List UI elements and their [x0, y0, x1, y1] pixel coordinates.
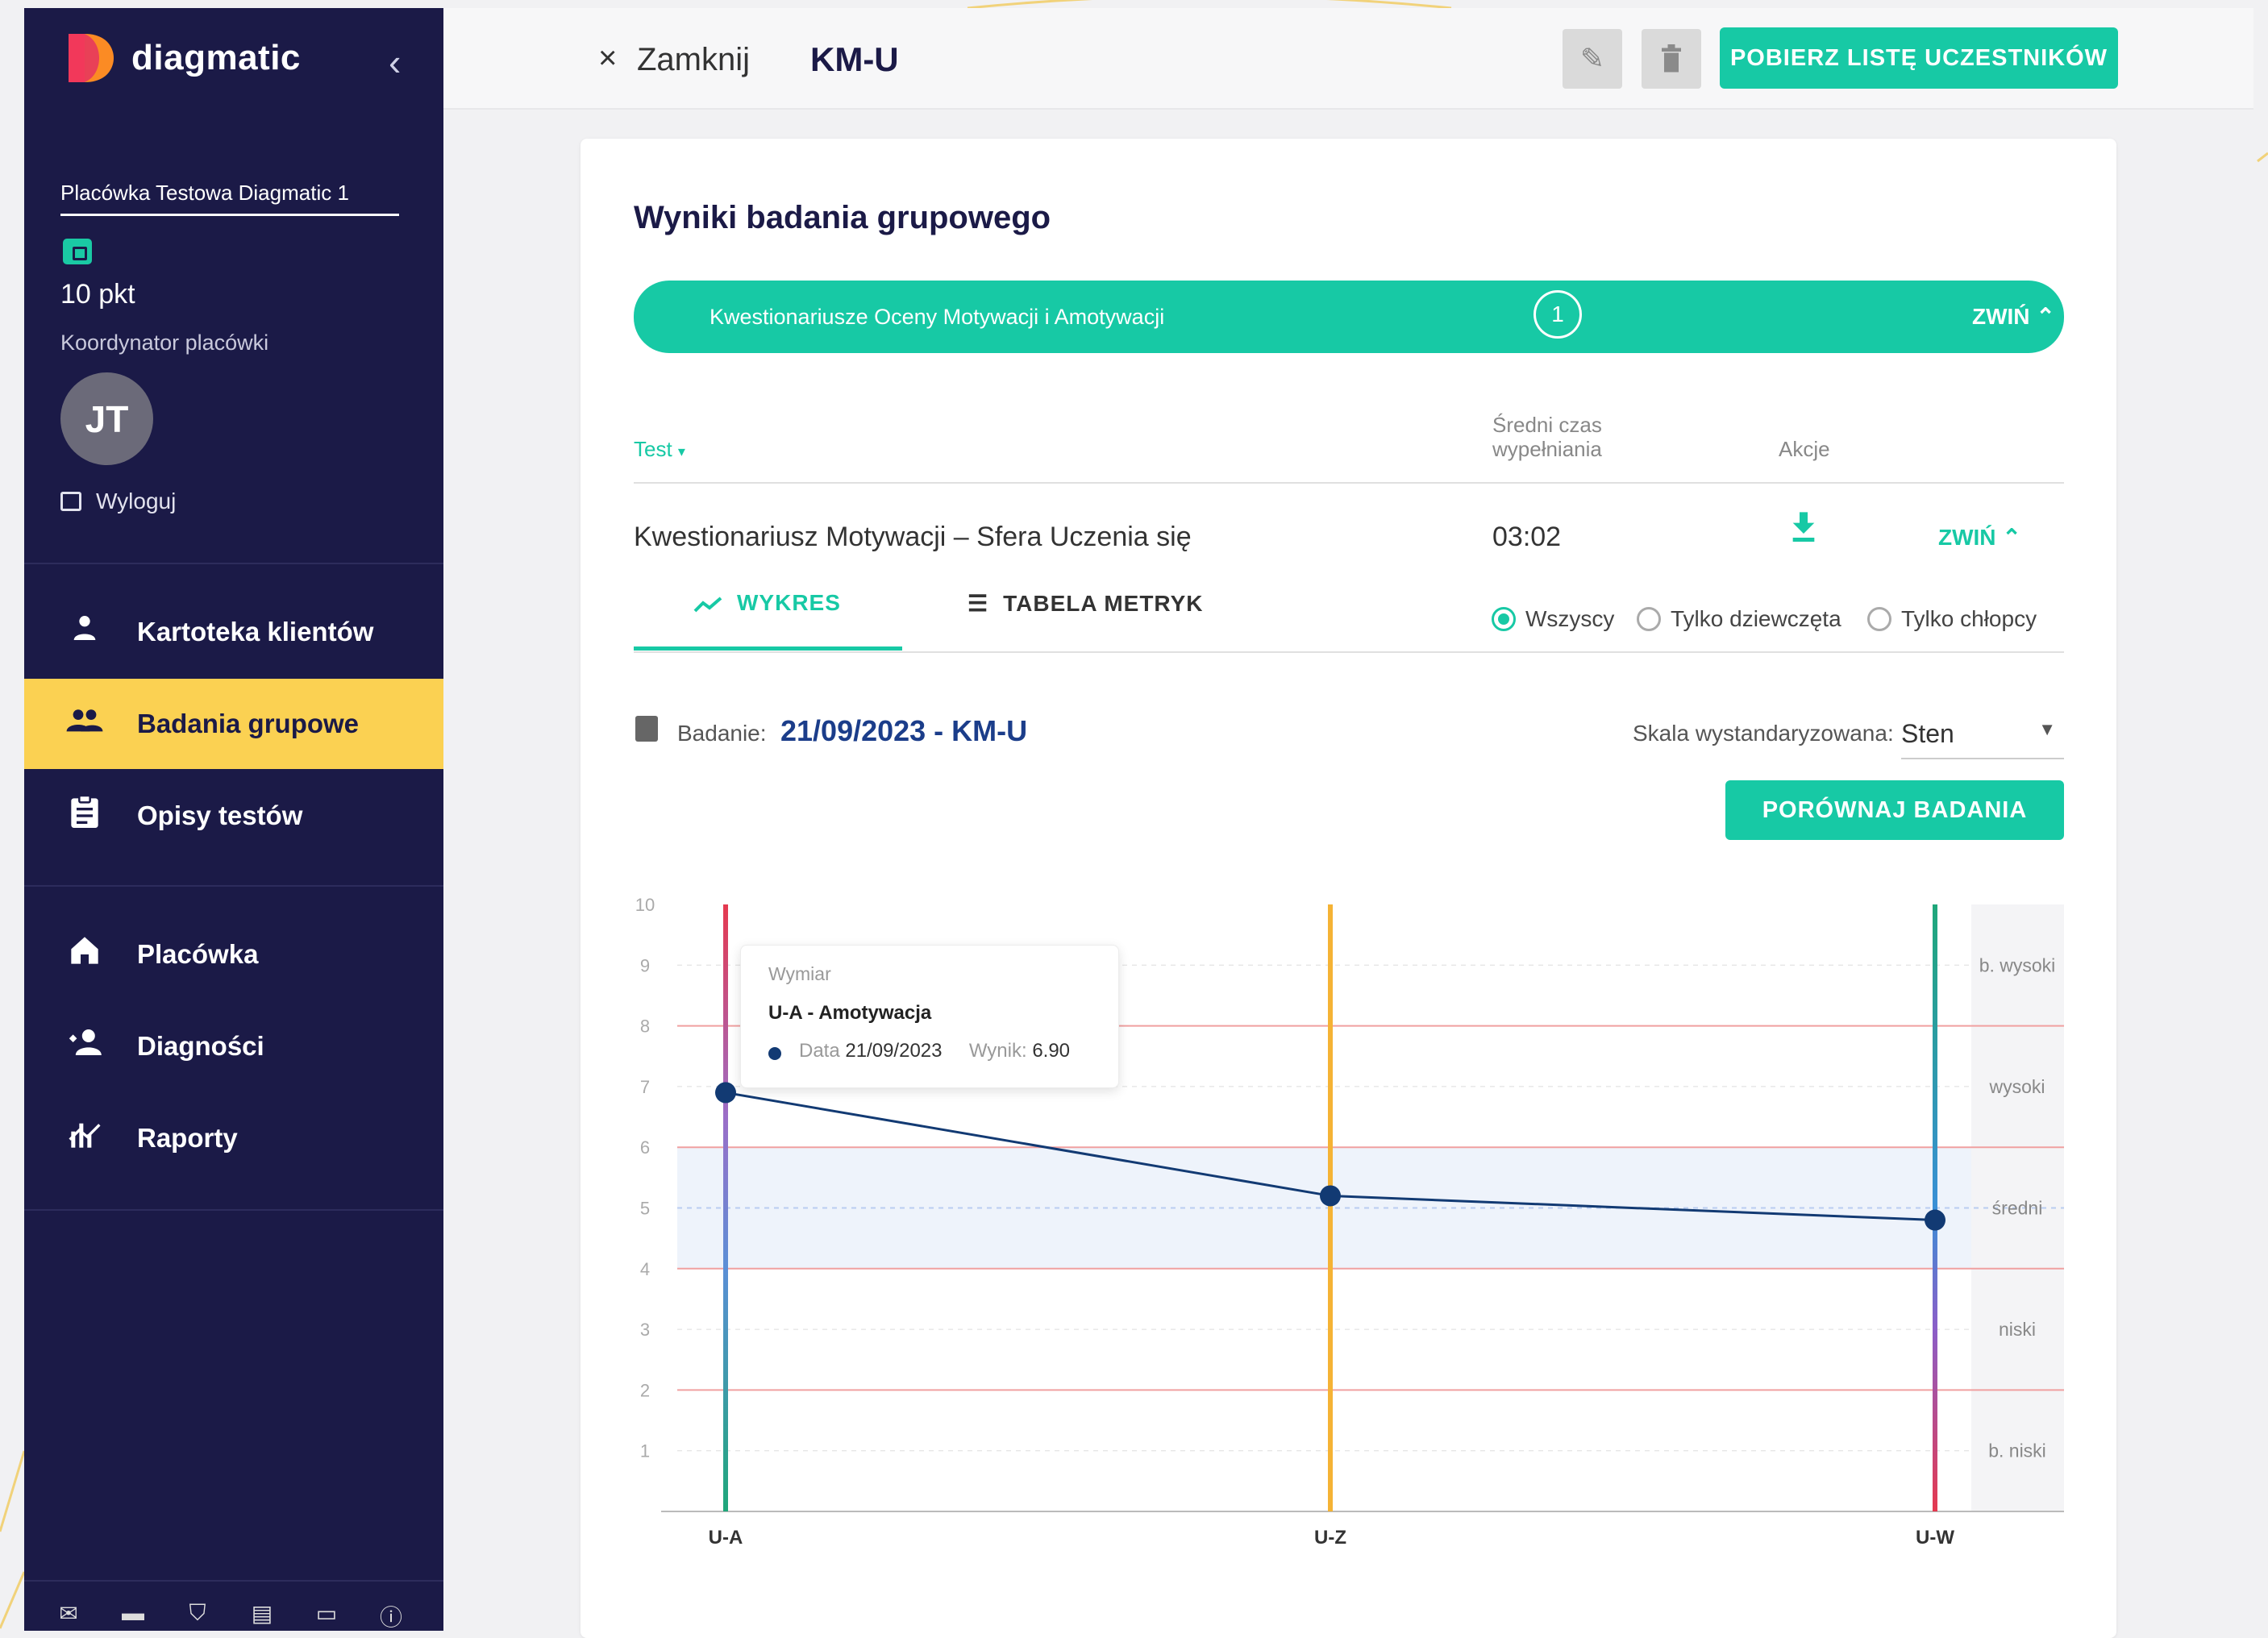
footer-icons: ✉ ▬ ⛉ ▤ ▭ ⓘ: [56, 1600, 403, 1632]
close-button[interactable]: Zamknij: [637, 42, 750, 78]
sten-line-chart: 1 2 3 4 5 6 7 8 9 10 b. niski niski średni wysoki b. w…: [635, 895, 2064, 1549]
edit-button[interactable]: ✎: [1563, 29, 1622, 89]
y-tick-label: 8: [640, 1016, 650, 1037]
y-tick-label: 3: [640, 1320, 650, 1340]
dimension-axis-U-A: [723, 904, 728, 1511]
x-tick-label: U-A: [709, 1527, 743, 1549]
band-label: niski: [1999, 1319, 2036, 1340]
divider: [24, 1580, 443, 1582]
close-icon[interactable]: ×: [598, 40, 617, 77]
wallet-icon: [63, 239, 92, 264]
nav-label: Opisy testów: [137, 800, 303, 830]
diagnosticians-icon: [60, 1026, 109, 1066]
person-icon: [60, 612, 109, 652]
band-label: średni: [1992, 1198, 2043, 1219]
delete-button[interactable]: [1642, 29, 1701, 89]
top-bar: × Zamknij KM-U ✎ POBIERZ LISTĘ UCZESTNIK…: [443, 8, 2253, 110]
logout-icon: [60, 492, 81, 511]
y-tick-label: 1: [640, 1441, 650, 1461]
nav-label: Badania grupowe: [137, 709, 360, 738]
points-balance: 10 pkt: [60, 279, 135, 310]
divider: [24, 1209, 443, 1211]
nav-item-diagnosticians[interactable]: Diagności: [24, 1001, 443, 1091]
download-participants-button[interactable]: POBIERZ LISTĘ UCZESTNIKÓW: [1720, 27, 2118, 89]
dimension-axis-U-Z: [1328, 904, 1333, 1511]
mail-icon[interactable]: ✉: [56, 1600, 81, 1632]
y-tick-label: 2: [640, 1380, 650, 1400]
tooltip-values: Data 21/09/2023 Wynik: 6.90: [799, 1040, 1070, 1062]
shield-icon[interactable]: ⛉: [185, 1600, 210, 1632]
nav-item-test-descriptions[interactable]: Opisy testów: [24, 771, 443, 861]
nav-item-facility[interactable]: Placówka: [24, 909, 443, 1000]
collapse-sidebar-icon[interactable]: ‹: [389, 40, 401, 84]
band-label: wysoki: [1988, 1076, 2045, 1097]
nav-item-reports[interactable]: Raporty: [24, 1093, 443, 1183]
results-card: Wyniki badania grupowego Kwestionariusze…: [581, 139, 2116, 1638]
y-tick-label: 10: [635, 895, 655, 915]
y-tick-label: 7: [640, 1077, 650, 1097]
diagmatic-logo: [69, 34, 114, 82]
band-label: b. wysoki: [1979, 954, 2056, 975]
x-tick-label: U-W: [1916, 1527, 1954, 1549]
divider: [24, 563, 443, 564]
sidebar: diagmatic ‹ Placówka Testowa Diagmatic 1…: [24, 8, 443, 1631]
nav-item-group-tests[interactable]: Badania grupowe: [24, 679, 443, 769]
news-icon[interactable]: ▭: [314, 1600, 339, 1632]
clapperboard-icon[interactable]: ▬: [121, 1600, 145, 1632]
divider: [24, 885, 443, 887]
tooltip-dimension: U-A - Amotywacja: [768, 1002, 932, 1024]
tooltip-bullet: [768, 1047, 781, 1060]
group-icon: [60, 704, 109, 744]
logout-link[interactable]: Wyloguj: [60, 488, 176, 514]
reports-icon: [60, 1118, 109, 1158]
y-tick-label: 6: [640, 1137, 650, 1158]
dimension-axis-U-W: [1933, 904, 1937, 1511]
page-title: KM-U: [810, 40, 899, 78]
document-icon[interactable]: ▤: [250, 1600, 274, 1632]
home-icon: [60, 934, 109, 975]
nav-label: Kartoteka klientów: [137, 617, 374, 646]
tooltip-date: 21/09/2023: [845, 1040, 943, 1062]
chart-tooltip: Wymiar U-A - Amotywacja Data 21/09/2023 …: [740, 945, 1119, 1088]
data-point: [1320, 1185, 1341, 1207]
brand[interactable]: diagmatic: [60, 31, 301, 85]
band-label: b. niski: [1988, 1441, 2046, 1461]
trash-icon: [1662, 44, 1681, 73]
brand-name: diagmatic: [131, 38, 301, 77]
tooltip-date-label: Data: [799, 1040, 840, 1062]
nav-label: Placówka: [137, 939, 259, 969]
avatar[interactable]: JT: [60, 372, 153, 465]
nav-item-clients[interactable]: Kartoteka klientów: [24, 587, 443, 677]
tooltip-header: Wymiar: [768, 963, 831, 984]
data-point: [1925, 1209, 1945, 1231]
nav-label: Raporty: [137, 1123, 238, 1153]
x-tick-label: U-Z: [1314, 1527, 1346, 1549]
y-tick-label: 4: [640, 1259, 650, 1279]
tooltip-score: 6.90: [1032, 1040, 1071, 1062]
y-tick-label: 5: [640, 1199, 650, 1219]
y-tick-label: 9: [640, 955, 650, 975]
user-role: Koordynator placówki: [60, 331, 269, 355]
data-point: [715, 1082, 736, 1104]
nav-label: Diagności: [137, 1031, 264, 1061]
clipboard-icon: [60, 794, 109, 838]
logout-label: Wyloguj: [96, 488, 177, 513]
tooltip-score-label: Wynik:: [968, 1040, 1027, 1062]
facility-name: Placówka Testowa Diagmatic 1: [60, 181, 399, 216]
info-icon[interactable]: ⓘ: [379, 1600, 403, 1632]
pencil-icon: ✎: [1579, 42, 1605, 75]
